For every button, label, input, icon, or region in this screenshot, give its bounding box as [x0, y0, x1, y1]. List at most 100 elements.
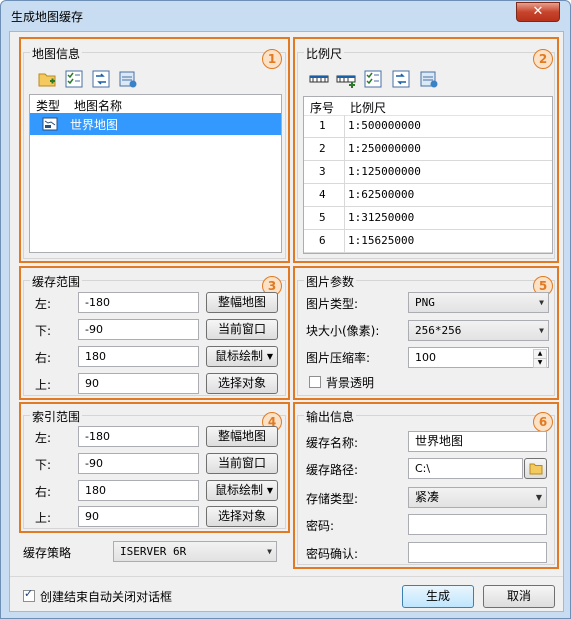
cache-name-input[interactable]: 世界地图 [408, 431, 547, 452]
storage-type-value: 紧凑 [415, 490, 440, 504]
dropdown-arrow-icon: ▼ [539, 298, 544, 307]
select-all-icon[interactable] [363, 69, 383, 89]
column-type: 类型 [36, 99, 61, 113]
tile-size-label: 块大小(像素): [306, 324, 380, 338]
dropdown-arrow-icon: ▼ [535, 493, 542, 502]
mouse-draw-button[interactable]: 鼠标绘制 ▼ [206, 346, 278, 367]
cache-name-label: 缓存名称: [306, 436, 359, 450]
badge-6: 6 [533, 412, 553, 432]
current-window-button[interactable]: 当前窗口 [206, 453, 278, 474]
invert-selection-icon[interactable] [391, 69, 411, 89]
map-name-cell: 世界地图 [70, 118, 119, 132]
map-icon [42, 117, 58, 131]
current-window-button[interactable]: 当前窗口 [206, 319, 278, 340]
right-label: 右: [35, 351, 52, 365]
open-folder-icon[interactable] [37, 69, 57, 89]
table-row[interactable]: 5 1:31250000 [304, 207, 552, 230]
row-scale: 1:125000000 [348, 165, 421, 178]
compress-value: 100 [415, 351, 436, 364]
compress-label: 图片压缩率: [306, 351, 371, 365]
mouse-draw-button[interactable]: 鼠标绘制 ▼ [206, 480, 278, 501]
list-item[interactable]: 世界地图 [30, 113, 281, 135]
map-settings-icon[interactable] [419, 69, 439, 89]
strategy-select[interactable]: ISERVER 6R ▼ [113, 541, 277, 562]
strategy-label: 缓存策略 [23, 546, 72, 560]
top-input[interactable]: 90 [78, 506, 199, 527]
right-input[interactable]: 180 [78, 346, 199, 367]
add-scale-icon[interactable] [336, 69, 356, 89]
left-input[interactable]: -180 [78, 292, 199, 313]
badge-1: 1 [262, 49, 282, 69]
spin-down-icon[interactable]: ▼ [533, 358, 547, 368]
bottom-label: 下: [35, 324, 52, 338]
row-scale: 1:62500000 [348, 188, 415, 201]
close-button[interactable]: ✕ [516, 2, 560, 22]
map-list-header: 类型 地图名称 [30, 95, 281, 114]
transparent-label: 背景透明 [326, 376, 375, 390]
map-settings-icon[interactable] [118, 69, 138, 89]
dropdown-arrow-icon: ▼ [267, 547, 272, 556]
top-input[interactable]: 90 [78, 373, 199, 394]
cancel-button[interactable]: 取消 [483, 585, 555, 608]
table-row[interactable]: 1 1:500000000 [304, 115, 552, 138]
row-index: 4 [319, 188, 326, 201]
index-extent-title: 索引范围 [30, 408, 83, 425]
password-confirm-input[interactable] [408, 542, 547, 563]
strategy-value: ISERVER 6R [120, 545, 187, 558]
select-all-icon[interactable] [64, 69, 84, 89]
badge-2: 2 [533, 49, 553, 69]
cache-extent-title: 缓存范围 [30, 273, 83, 290]
tile-size-value: 256*256 [415, 324, 462, 337]
bottom-input[interactable]: -90 [78, 319, 199, 340]
browse-folder-button[interactable] [524, 458, 547, 479]
table-row[interactable]: 4 1:62500000 [304, 184, 552, 207]
generate-button[interactable]: 生成 [402, 585, 474, 608]
dropdown-arrow-icon: ▼ [266, 352, 273, 361]
image-type-select[interactable]: PNG ▼ [408, 292, 549, 313]
cache-path-input[interactable]: C:\ [408, 458, 523, 479]
invert-selection-icon[interactable] [91, 69, 111, 89]
row-scale: 1:500000000 [348, 119, 421, 132]
footer-divider [10, 576, 563, 577]
select-object-button[interactable]: 选择对象 [206, 373, 278, 394]
row-scale: 1:31250000 [348, 211, 415, 224]
table-row[interactable]: 6 1:15625000 [304, 230, 552, 253]
tile-size-select[interactable]: 256*256 ▼ [408, 320, 549, 341]
row-index: 3 [319, 165, 326, 178]
row-index: 5 [319, 211, 326, 224]
bottom-input[interactable]: -90 [78, 453, 199, 474]
image-type-value: PNG [415, 296, 435, 309]
dialog-client-area: 地图信息 1 类型 地图名称 世界地图 比例尺 2 序号 比例尺 1 1:500… [9, 31, 564, 612]
image-params-title: 图片参数 [304, 273, 357, 290]
right-input[interactable]: 180 [78, 480, 199, 501]
mouse-draw-label: 鼠标绘制 [215, 349, 264, 363]
full-map-button[interactable]: 整幅地图 [206, 426, 278, 447]
row-index: 2 [319, 142, 326, 155]
storage-type-label: 存储类型: [306, 492, 359, 506]
compress-input[interactable]: 100 ▲ ▼ [408, 347, 549, 368]
folder-icon [529, 463, 543, 475]
table-row[interactable]: 3 1:125000000 [304, 161, 552, 184]
panel-cache-extent: 缓存范围 3 左: -180 整幅地图 下: -90 当前窗口 右: 180 鼠… [19, 266, 290, 400]
panel-map-info: 地图信息 1 类型 地图名称 世界地图 [19, 37, 290, 263]
row-index: 1 [319, 119, 326, 132]
row-scale: 1:15625000 [348, 234, 415, 247]
full-map-button[interactable]: 整幅地图 [206, 292, 278, 313]
panel-output-info: 输出信息 6 缓存名称: 世界地图 缓存路径: C:\ 存储类型: 紧凑 ▼ 密… [293, 402, 559, 569]
dropdown-arrow-icon: ▼ [266, 486, 273, 495]
auto-close-checkbox[interactable] [23, 587, 35, 602]
scale-icon[interactable] [309, 69, 329, 89]
column-index: 序号 [310, 101, 335, 115]
transparent-checkbox[interactable] [309, 376, 321, 388]
password-input[interactable] [408, 514, 547, 535]
bottom-label: 下: [35, 458, 52, 472]
map-list: 类型 地图名称 世界地图 [29, 94, 282, 253]
select-object-button[interactable]: 选择对象 [206, 506, 278, 527]
row-scale: 1:250000000 [348, 142, 421, 155]
table-row[interactable]: 2 1:250000000 [304, 138, 552, 161]
storage-type-select[interactable]: 紧凑 ▼ [408, 487, 547, 508]
image-type-label: 图片类型: [306, 297, 359, 311]
left-input[interactable]: -180 [78, 426, 199, 447]
panel-image-params: 图片参数 5 图片类型: PNG ▼ 块大小(像素): 256*256 ▼ 图片… [293, 266, 559, 400]
scale-title: 比例尺 [304, 45, 345, 62]
